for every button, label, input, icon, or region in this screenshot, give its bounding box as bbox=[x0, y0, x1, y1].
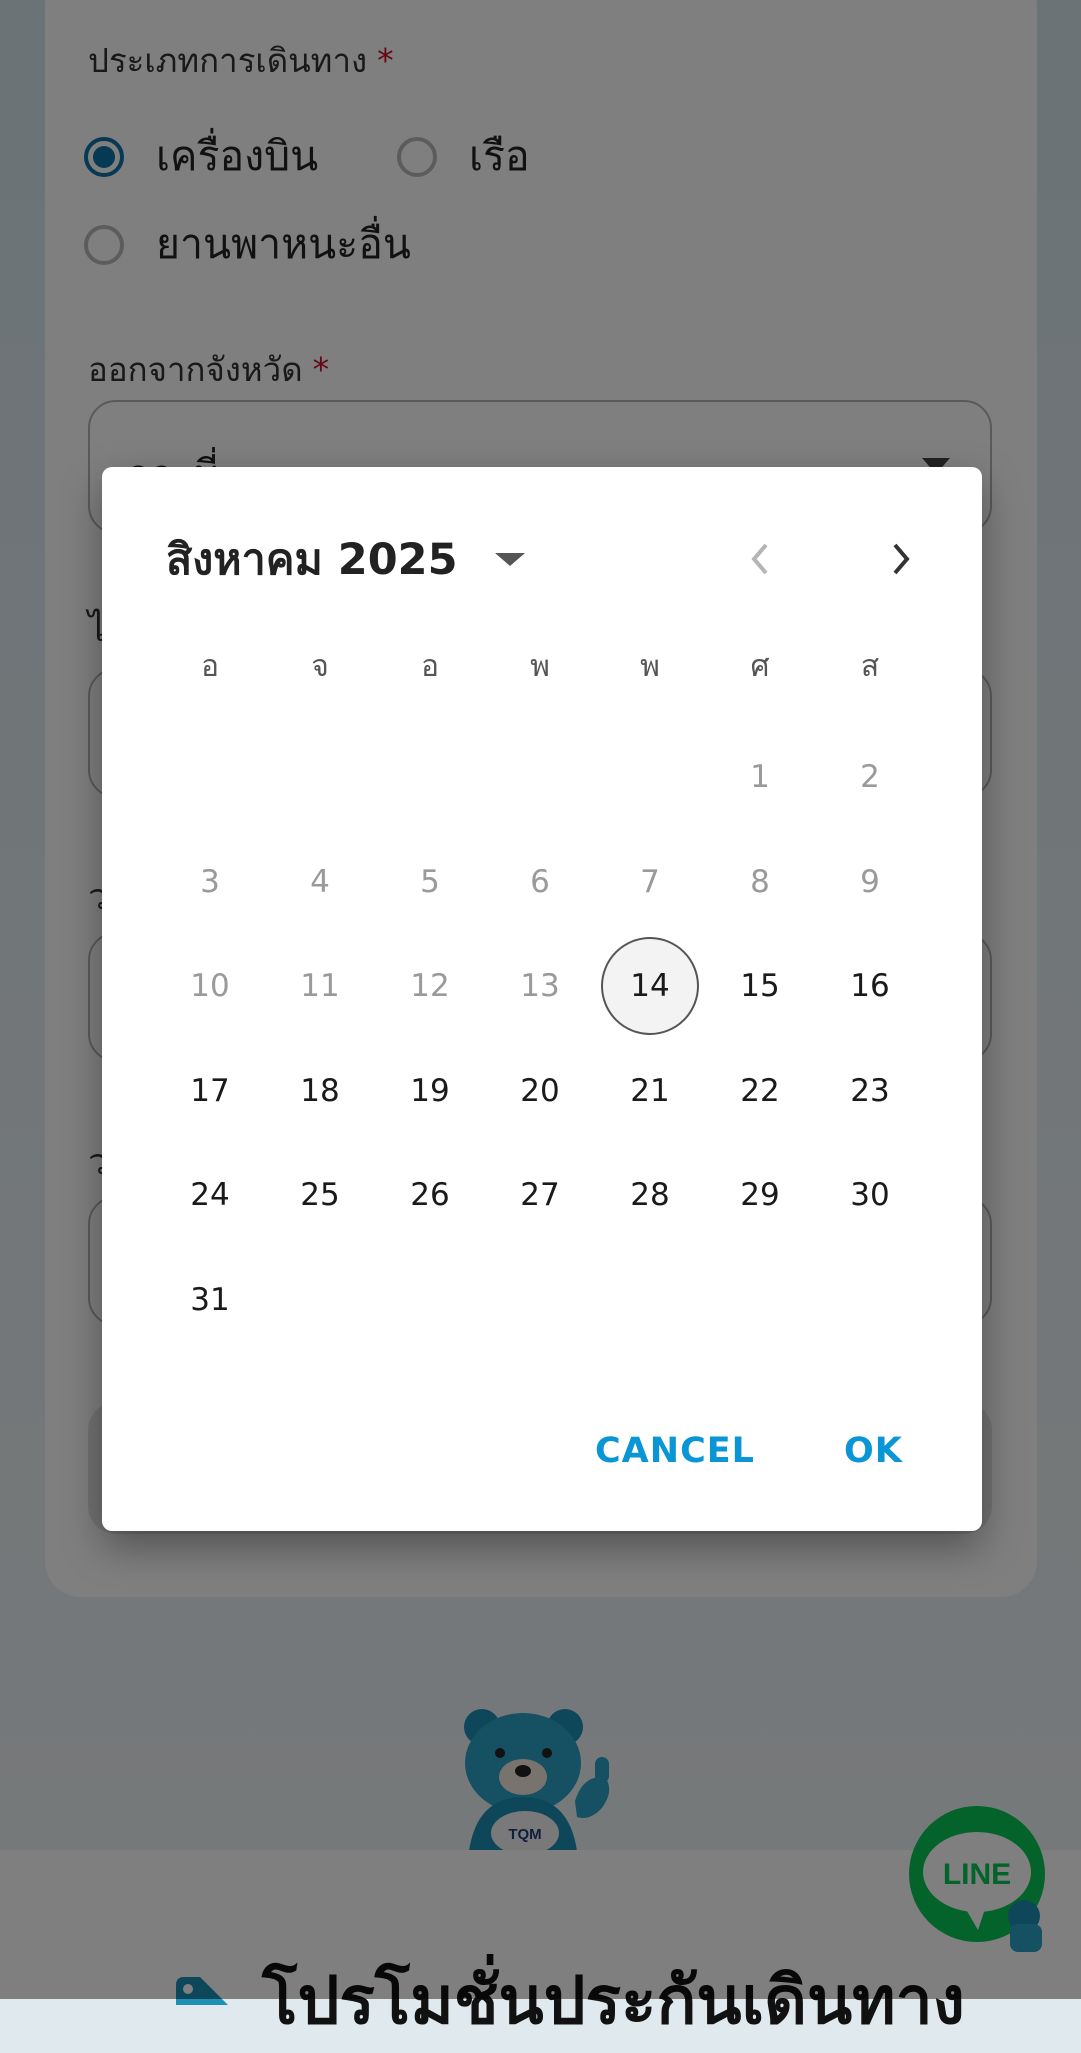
calendar-day[interactable]: 19 bbox=[381, 1042, 479, 1140]
calendar-day[interactable]: 27 bbox=[491, 1146, 589, 1244]
next-month-button[interactable] bbox=[876, 533, 928, 585]
calendar-day: 3 bbox=[200, 864, 220, 900]
weekday-label: พ bbox=[530, 649, 550, 684]
calendar-day: 11 bbox=[300, 968, 340, 1004]
calendar-day[interactable]: 25 bbox=[271, 1146, 369, 1244]
month-year-label[interactable]: สิงหาคม 2025 bbox=[166, 525, 458, 593]
calendar-day[interactable]: 28 bbox=[601, 1146, 699, 1244]
calendar-day: 2 bbox=[860, 759, 880, 795]
previous-month-button[interactable] bbox=[733, 533, 785, 585]
weekday-label: พ bbox=[640, 649, 660, 684]
calendar-day: 9 bbox=[860, 864, 880, 900]
calendar-day[interactable]: 30 bbox=[821, 1146, 919, 1244]
ok-button[interactable]: OK bbox=[844, 1431, 903, 1471]
chevron-down-icon bbox=[495, 552, 525, 566]
calendar-day-today[interactable]: 14 bbox=[601, 937, 699, 1035]
calendar-day[interactable]: 31 bbox=[161, 1251, 259, 1349]
weekday-label: อ bbox=[200, 649, 220, 684]
calendar-day[interactable]: 24 bbox=[161, 1146, 259, 1244]
calendar-day[interactable]: 29 bbox=[711, 1146, 809, 1244]
calendar-day[interactable]: 22 bbox=[711, 1042, 809, 1140]
calendar-day[interactable]: 15 bbox=[711, 937, 809, 1035]
calendar-day[interactable]: 26 bbox=[381, 1146, 479, 1244]
calendar-day: 13 bbox=[520, 968, 560, 1004]
calendar-day[interactable]: 17 bbox=[161, 1042, 259, 1140]
calendar-day: 4 bbox=[310, 864, 330, 900]
weekday-label: ส bbox=[860, 649, 880, 684]
weekday-label: อ bbox=[420, 649, 440, 684]
cancel-button[interactable]: CANCEL bbox=[595, 1431, 755, 1471]
calendar-day[interactable]: 23 bbox=[821, 1042, 919, 1140]
calendar-day[interactable]: 21 bbox=[601, 1042, 699, 1140]
calendar-day[interactable]: 16 bbox=[821, 937, 919, 1035]
calendar-day: 10 bbox=[190, 968, 230, 1004]
calendar-day: 1 bbox=[750, 759, 770, 795]
chevron-left-icon bbox=[751, 543, 768, 575]
calendar-day[interactable]: 20 bbox=[491, 1042, 589, 1140]
calendar-day: 12 bbox=[410, 968, 450, 1004]
calendar-day: 7 bbox=[640, 864, 660, 900]
month-dropdown-button[interactable] bbox=[480, 537, 540, 581]
date-picker-dialog: สิงหาคม 2025 อจอพพศส 1 2 3 4 5 6 7 8 9 10 11 12 13 14… bbox=[102, 467, 982, 1531]
calendar-day: 8 bbox=[750, 864, 770, 900]
chevron-right-icon bbox=[893, 543, 910, 575]
calendar-day[interactable]: 18 bbox=[271, 1042, 369, 1140]
calendar-day: 6 bbox=[530, 864, 550, 900]
weekday-label: จ bbox=[311, 649, 329, 684]
calendar-day: 5 bbox=[420, 864, 440, 900]
weekday-label: ศ bbox=[750, 649, 770, 684]
